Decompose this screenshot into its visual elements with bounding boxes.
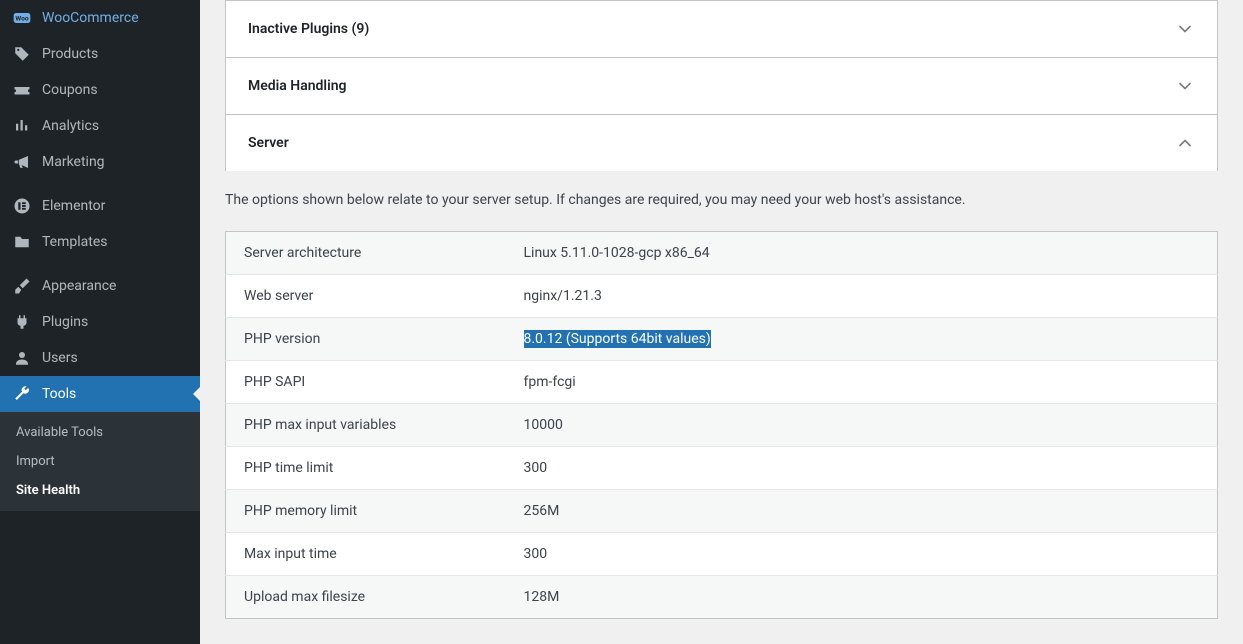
sidebar-item-users[interactable]: Users (0, 340, 200, 376)
row-value: Linux 5.11.0-1028-gcp x86_64 (506, 232, 1218, 275)
table-row: Server architecture Linux 5.11.0-1028-gc… (226, 232, 1218, 275)
sidebar-item-label: Marketing (42, 154, 105, 170)
chevron-up-icon (1175, 133, 1195, 153)
row-label: PHP time limit (226, 447, 506, 490)
sidebar-item-tools[interactable]: Tools (0, 376, 200, 412)
sidebar-item-label: Analytics (42, 118, 99, 134)
user-icon (12, 348, 32, 368)
server-info-table: Server architecture Linux 5.11.0-1028-gc… (225, 231, 1218, 619)
row-label: PHP version (226, 318, 506, 361)
row-value: fpm-fcgi (506, 361, 1218, 404)
table-row: PHP SAPI fpm-fcgi (226, 361, 1218, 404)
row-value: 256M (506, 490, 1218, 533)
chevron-down-icon (1175, 76, 1195, 96)
accordion-header-media-handling[interactable]: Media Handling (226, 58, 1217, 114)
sidebar-item-label: Plugins (42, 314, 88, 330)
row-label: PHP memory limit (226, 490, 506, 533)
sidebar-item-analytics[interactable]: Analytics (0, 108, 200, 144)
sidebar-item-label: Products (42, 46, 98, 62)
chevron-down-icon (1175, 19, 1195, 39)
wrench-icon (12, 384, 32, 404)
row-value: nginx/1.21.3 (506, 275, 1218, 318)
sidebar-item-appearance[interactable]: Appearance (0, 268, 200, 304)
table-row: Upload max filesize 128M (226, 576, 1218, 619)
row-value: 128M (506, 576, 1218, 619)
sidebar-item-label: Appearance (42, 278, 116, 294)
brush-icon (12, 276, 32, 296)
submenu-site-health[interactable]: Site Health (0, 476, 200, 505)
tag-icon (12, 44, 32, 64)
sidebar-item-label: Tools (42, 386, 76, 402)
server-description: The options shown below relate to your s… (225, 170, 1218, 231)
section-title: Media Handling (248, 78, 347, 94)
sidebar-item-templates[interactable]: Templates (0, 224, 200, 260)
row-label: Server architecture (226, 232, 506, 275)
accordion-header-server[interactable]: Server (226, 115, 1217, 171)
php-version-highlighted[interactable]: 8.0.12 (Supports 64bit values) (524, 330, 711, 348)
tools-submenu: Available Tools Import Site Health (0, 412, 200, 511)
submenu-import[interactable]: Import (0, 447, 200, 476)
admin-sidebar: Woo WooCommerce Products Coupons Analyti… (0, 0, 200, 644)
table-row: PHP memory limit 256M (226, 490, 1218, 533)
section-title: Inactive Plugins (9) (248, 21, 369, 37)
table-row: PHP time limit 300 (226, 447, 1218, 490)
table-row: PHP version 8.0.12 (Supports 64bit value… (226, 318, 1218, 361)
row-value: 300 (506, 533, 1218, 576)
sidebar-item-label: Coupons (42, 82, 98, 98)
row-label: PHP max input variables (226, 404, 506, 447)
sidebar-item-products[interactable]: Products (0, 36, 200, 72)
section-inactive-plugins: Inactive Plugins (9) (225, 0, 1218, 58)
table-row: PHP max input variables 10000 (226, 404, 1218, 447)
svg-text:Woo: Woo (15, 15, 28, 23)
main-content: Inactive Plugins (9) Media Handling Serv… (200, 0, 1243, 644)
section-title: Server (248, 135, 289, 151)
sidebar-item-coupons[interactable]: Coupons (0, 72, 200, 108)
chart-icon (12, 116, 32, 136)
elementor-icon (12, 196, 32, 216)
sidebar-item-label: Users (42, 350, 78, 366)
row-value: 10000 (506, 404, 1218, 447)
submenu-available-tools[interactable]: Available Tools (0, 418, 200, 447)
megaphone-icon (12, 152, 32, 172)
section-server: Server (225, 114, 1218, 171)
plug-icon (12, 312, 32, 332)
row-value: 8.0.12 (Supports 64bit values) (506, 318, 1218, 361)
sidebar-item-label: WooCommerce (42, 10, 139, 26)
table-row: Max input time 300 (226, 533, 1218, 576)
section-media-handling: Media Handling (225, 57, 1218, 115)
row-label: Max input time (226, 533, 506, 576)
sidebar-item-plugins[interactable]: Plugins (0, 304, 200, 340)
sidebar-item-woocommerce[interactable]: Woo WooCommerce (0, 0, 200, 36)
table-row: Web server nginx/1.21.3 (226, 275, 1218, 318)
accordion-header-inactive-plugins[interactable]: Inactive Plugins (9) (226, 1, 1217, 57)
ticket-icon (12, 80, 32, 100)
folder-icon (12, 232, 32, 252)
sidebar-item-label: Templates (42, 234, 108, 250)
row-value: 300 (506, 447, 1218, 490)
row-label: PHP SAPI (226, 361, 506, 404)
row-label: Upload max filesize (226, 576, 506, 619)
sidebar-item-elementor[interactable]: Elementor (0, 188, 200, 224)
sidebar-item-label: Elementor (42, 198, 105, 214)
woo-icon: Woo (12, 8, 32, 28)
row-label: Web server (226, 275, 506, 318)
sidebar-item-marketing[interactable]: Marketing (0, 144, 200, 180)
